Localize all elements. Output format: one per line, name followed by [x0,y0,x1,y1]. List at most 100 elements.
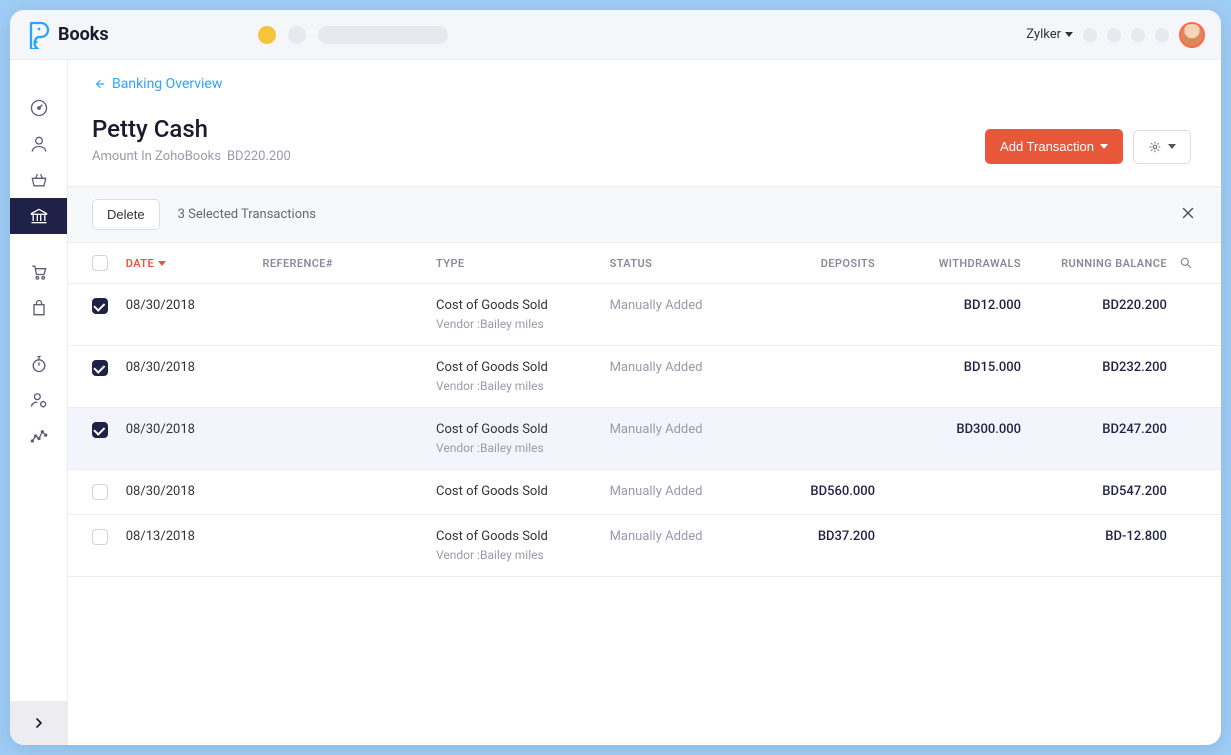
back-link[interactable]: Banking Overview [92,76,222,92]
back-link-label: Banking Overview [112,76,222,92]
org-switcher[interactable]: Zylker [1026,27,1073,42]
books-logo-icon [26,21,50,49]
sidebar-item-purchases[interactable] [10,290,67,326]
cell-status: Manually Added [610,298,757,313]
col-withdrawals[interactable]: WITHDRAWALS [883,257,1021,270]
table-row[interactable]: 08/30/2018 Cost of Goods Sold Vendor :Ba… [68,346,1221,408]
cell-balance: BD232.200 [1029,360,1167,375]
cart-icon [29,262,49,282]
user-avatar[interactable] [1179,22,1205,48]
selection-bar: Delete 3 Selected Transactions [68,186,1221,243]
subtitle-balance: BD220.200 [227,149,291,164]
person-gear-icon [29,390,49,410]
table-row[interactable]: 08/30/2018 Cost of Goods Sold Manually A… [68,470,1221,515]
chart-line-icon [29,426,49,446]
sort-desc-icon [158,261,166,266]
subtitle-prefix: Amount In ZohoBooks [92,149,221,164]
sidebar [10,60,68,745]
delete-button[interactable]: Delete [92,199,160,230]
select-all-checkbox[interactable] [92,255,108,271]
row-checkbox[interactable] [92,298,108,314]
breadcrumb: Banking Overview [68,60,1221,95]
cell-withdrawals: BD300.000 [883,422,1021,437]
sidebar-item-dashboard[interactable] [10,90,67,126]
close-selection-button[interactable] [1179,204,1197,226]
topbar-search-placeholder[interactable] [318,26,448,44]
chevron-right-icon [31,715,47,731]
sidebar-item-timesheets[interactable] [10,346,67,382]
table-row[interactable]: 08/30/2018 Cost of Goods Sold Vendor :Ba… [68,284,1221,346]
app-window: Books Zylker [10,10,1221,745]
cell-withdrawals: BD12.000 [883,298,1021,313]
cell-status: Manually Added [610,360,757,375]
topbar-action-4[interactable] [1155,28,1169,42]
col-date[interactable]: DATE [126,257,255,270]
cell-date: 08/13/2018 [126,529,255,544]
bank-icon [29,206,49,226]
table-row[interactable]: 08/13/2018 Cost of Goods Sold Vendor :Ba… [68,515,1221,577]
cell-date: 08/30/2018 [126,360,255,375]
app-logo[interactable]: Books [26,21,246,49]
gauge-icon [29,98,49,118]
cell-type: Cost of Goods Sold Vendor :Bailey miles [436,360,602,393]
cell-status: Manually Added [610,484,757,499]
main: Banking Overview Petty Cash Amount In Zo… [68,60,1221,745]
cell-date: 08/30/2018 [126,422,255,437]
page-title: Petty Cash [92,115,291,143]
cell-type: Cost of Goods Sold Vendor :Bailey miles [436,422,602,455]
sidebar-item-accountant[interactable] [10,382,67,418]
topbar-dot-2 [288,26,306,44]
cell-type: Cost of Goods Sold [436,484,602,499]
sidebar-item-contacts[interactable] [10,126,67,162]
table-search-button[interactable] [1175,256,1197,270]
bag-icon [29,298,49,318]
caret-down-icon [1065,32,1073,37]
add-transaction-button[interactable]: Add Transaction [985,129,1123,164]
row-checkbox[interactable] [92,484,108,500]
topbar-action-2[interactable] [1107,28,1121,42]
cell-balance: BD-12.800 [1029,529,1167,544]
cell-deposits: BD560.000 [765,484,875,499]
col-running-balance[interactable]: RUNNING BALANCE [1029,257,1167,270]
person-icon [29,134,49,154]
sidebar-item-banking[interactable] [10,198,67,234]
app-name: Books [58,24,109,45]
row-checkbox[interactable] [92,422,108,438]
close-icon [1179,204,1197,222]
cell-date: 08/30/2018 [126,484,255,499]
cell-type: Cost of Goods Sold Vendor :Bailey miles [436,529,602,562]
search-icon [1179,256,1193,270]
cell-balance: BD247.200 [1029,422,1167,437]
sidebar-item-items[interactable] [10,162,67,198]
settings-button[interactable] [1133,130,1191,164]
col-reference[interactable]: REFERENCE# [263,257,429,270]
basket-icon [29,170,49,190]
topbar-action-3[interactable] [1131,28,1145,42]
cell-balance: BD547.200 [1029,484,1167,499]
transactions-table: DATE REFERENCE# TYPE STATUS DEPOSITS WIT… [68,243,1221,745]
col-deposits[interactable]: DEPOSITS [765,257,875,270]
row-checkbox[interactable] [92,529,108,545]
topbar: Books Zylker [10,10,1221,60]
topbar-action-1[interactable] [1083,28,1097,42]
caret-down-icon [1168,144,1176,149]
sidebar-item-reports[interactable] [10,418,67,454]
caret-down-icon [1100,144,1108,149]
cell-status: Manually Added [610,529,757,544]
add-transaction-label: Add Transaction [1000,139,1094,154]
arrow-left-icon [92,77,106,91]
row-checkbox[interactable] [92,360,108,376]
cell-type: Cost of Goods Sold Vendor :Bailey miles [436,298,602,331]
cell-date: 08/30/2018 [126,298,255,313]
col-type[interactable]: TYPE [436,257,602,270]
sidebar-item-sales[interactable] [10,254,67,290]
sidebar-expand[interactable] [10,701,67,745]
page-header: Petty Cash Amount In ZohoBooks BD220.200… [68,95,1221,186]
cell-deposits: BD37.200 [765,529,875,544]
col-status[interactable]: STATUS [610,257,757,270]
cell-balance: BD220.200 [1029,298,1167,313]
org-name: Zylker [1026,27,1061,42]
stopwatch-icon [29,354,49,374]
table-header: DATE REFERENCE# TYPE STATUS DEPOSITS WIT… [68,243,1221,284]
table-row[interactable]: 08/30/2018 Cost of Goods Sold Vendor :Ba… [68,408,1221,470]
